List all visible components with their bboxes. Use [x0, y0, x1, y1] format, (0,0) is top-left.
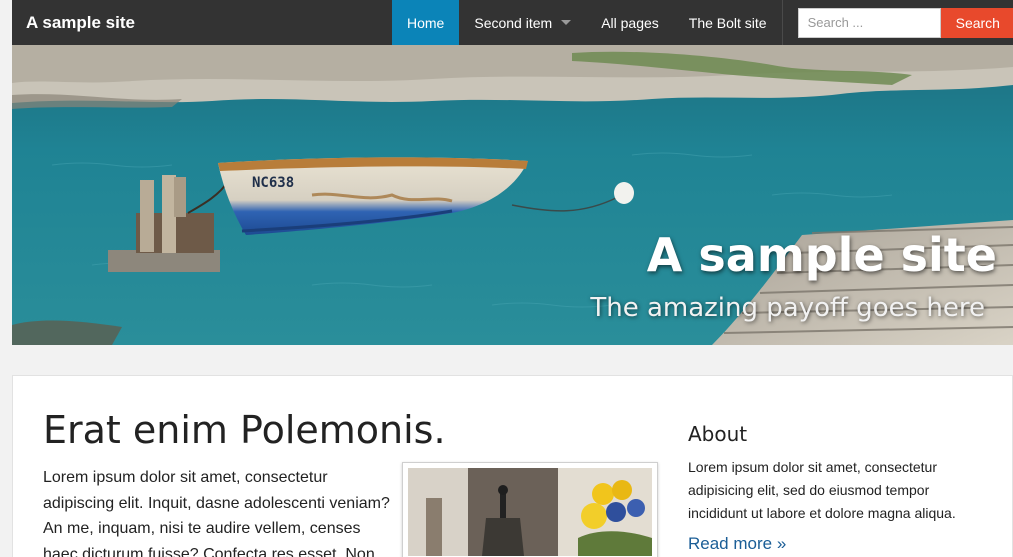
post-image: [408, 468, 652, 556]
hero-subtitle: The amazing payoff goes here: [590, 293, 985, 323]
chevron-down-icon: [561, 20, 572, 25]
search-button[interactable]: Search: [940, 7, 1013, 38]
nav-item-bolt-site[interactable]: The Bolt site: [674, 0, 782, 45]
post-image-illustration: [408, 468, 652, 556]
site-title[interactable]: A sample site: [12, 13, 392, 33]
sidebar-title: About: [688, 422, 748, 446]
search-form: Search: [797, 7, 1013, 38]
nav-divider: [781, 0, 783, 45]
nav-item-label: Home: [407, 14, 445, 31]
post-image-frame[interactable]: [402, 462, 658, 557]
nav-item-label: Second item: [474, 14, 553, 31]
nav-item-label: The Bolt site: [688, 14, 767, 31]
main-nav: Home Second item All pages The Bolt site: [392, 0, 783, 45]
boat-registration-text: NC638: [252, 175, 294, 191]
hero-banner: NC638 A sample site The amazing payoff g…: [12, 45, 1013, 345]
post-title[interactable]: Erat enim Polemonis.: [43, 408, 446, 452]
content-panel: Erat enim Polemonis. Lorem ipsum dolor s…: [12, 375, 1013, 557]
read-more-link[interactable]: Read more »: [688, 534, 786, 554]
nav-item-second-item[interactable]: Second item: [459, 0, 586, 45]
sidebar-text: Lorem ipsum dolor sit amet, consectetur …: [688, 459, 956, 521]
post-excerpt: Lorem ipsum dolor sit amet, consectetur …: [43, 469, 390, 557]
nav-item-label: All pages: [601, 14, 659, 31]
nav-item-home[interactable]: Home: [392, 0, 460, 45]
nav-item-all-pages[interactable]: All pages: [586, 0, 674, 45]
search-input[interactable]: [797, 7, 941, 38]
hero-title: A sample site: [646, 228, 997, 282]
top-navbar: A sample site Home Second item All pages…: [12, 0, 1013, 45]
